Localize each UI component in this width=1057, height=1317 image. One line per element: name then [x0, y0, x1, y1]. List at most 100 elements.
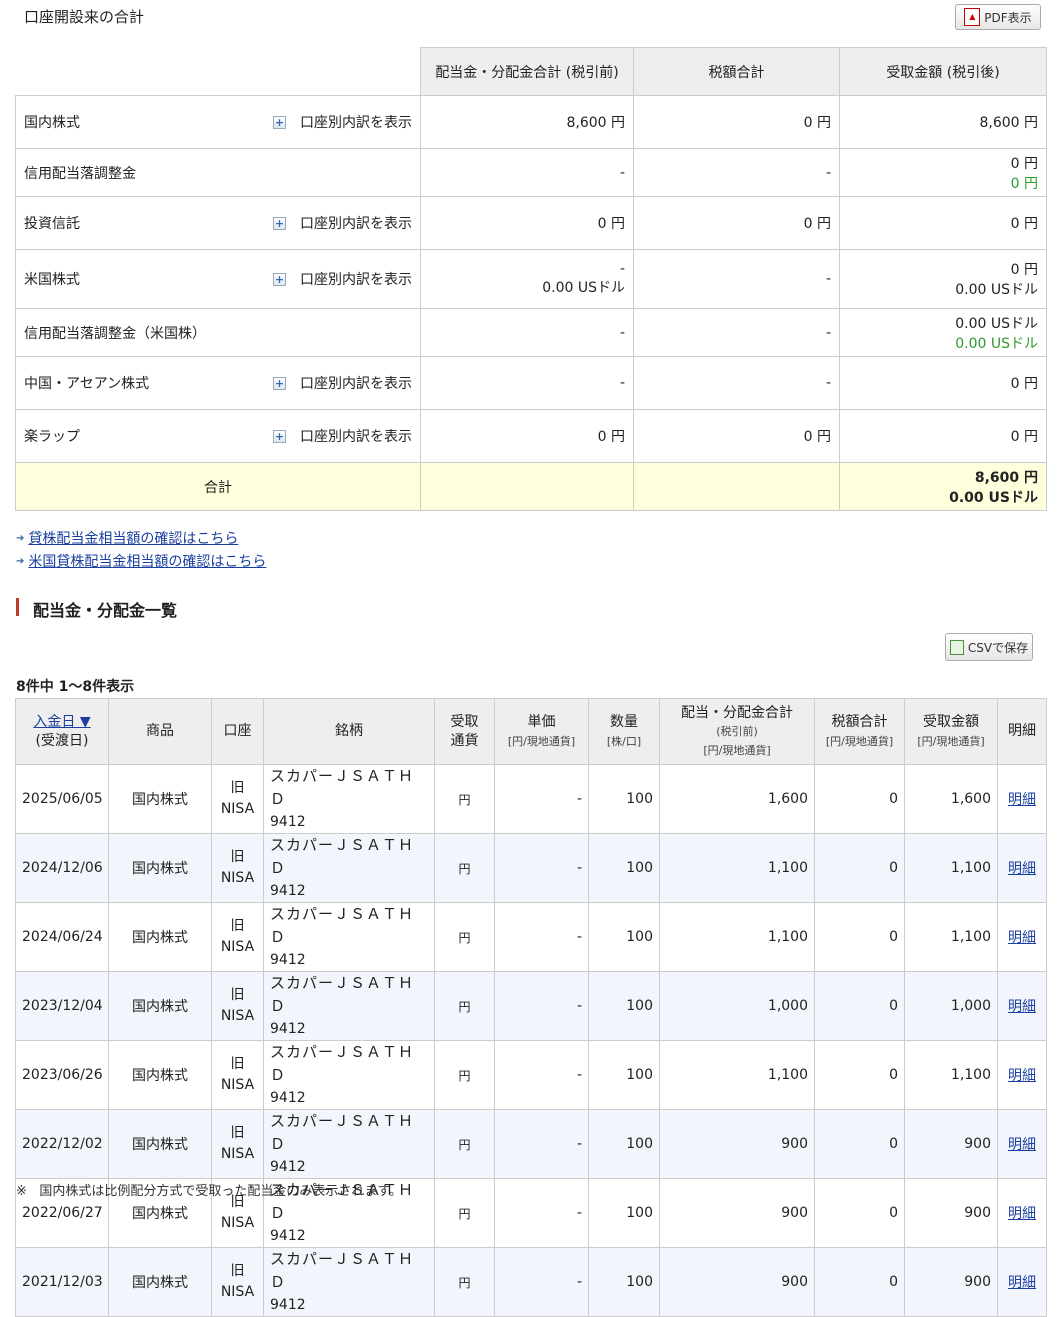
pdf-button[interactable]: ▲ PDF表示 — [955, 4, 1041, 30]
summary-value: 0 円 — [1010, 216, 1038, 232]
row-tax: 0 — [814, 764, 905, 834]
breakdown-toggle-label[interactable]: 口座別内訳を表示 — [300, 426, 412, 446]
summary-total-row: 合計 8,600 円 0.00 USドル — [15, 462, 1047, 511]
header-net-main: 受取金額 — [923, 714, 979, 731]
summary-row: 楽ラップ + 口座別内訳を表示 0 円 0 円 0 円 — [15, 409, 1047, 463]
lending-dividend-link[interactable]: 貸株配当金相当額の確認はこちら — [28, 528, 238, 548]
header-symbol: 銘柄 — [263, 698, 435, 765]
summary-row-label: 投資信託 — [24, 216, 80, 232]
csv-save-button[interactable]: CSVで保存 — [945, 633, 1033, 661]
row-net: 1,100 — [904, 1040, 998, 1110]
header-detail: 明細 — [997, 698, 1047, 765]
summary-row-label: 中国・アセアン株式 — [24, 376, 150, 392]
row-account: 旧 NISA — [211, 833, 264, 903]
row-unit: - — [494, 1178, 589, 1248]
row-account-line2: NISA — [220, 801, 255, 817]
lending-dividend-link-row: ➔ 貸株配当金相当額の確認はこちら — [16, 528, 238, 548]
row-detail-link[interactable]: 明細 — [1008, 792, 1036, 808]
section-title: 配当金・分配金一覧 — [33, 601, 178, 620]
summary-header-tax: 税額合計 — [633, 47, 840, 96]
row-detail-cell: 明細 — [997, 1247, 1047, 1317]
summary-value: 0 円 — [1010, 429, 1038, 445]
row-tax: 0 — [814, 1247, 905, 1317]
summary-value: 8,600 円 — [566, 115, 625, 131]
row-detail-link[interactable]: 明細 — [1008, 930, 1036, 946]
section-accent-bar — [16, 598, 19, 616]
row-qty: 100 — [588, 833, 660, 903]
row-symbol: スカパーＪＳＡＴＨＤ 9412 — [263, 1247, 435, 1317]
row-currency: 円 — [434, 1178, 495, 1248]
breakdown-toggle-label[interactable]: 口座別内訳を表示 — [300, 213, 412, 233]
row-unit: - — [494, 1040, 589, 1110]
row-account-line1: 旧 — [230, 1125, 245, 1141]
header-date[interactable]: 入金日 ▼ (受渡日) — [15, 698, 109, 765]
row-symbol-code: 9412 — [270, 952, 306, 968]
breakdown-toggle-label[interactable]: 口座別内訳を表示 — [300, 269, 412, 289]
header-account: 口座 — [211, 698, 264, 765]
summary-pretax-cell: - — [420, 308, 634, 357]
breakdown-toggle[interactable]: + 口座別内訳を表示 — [273, 426, 412, 446]
pdf-button-label: PDF表示 — [984, 10, 1032, 25]
summary-value: 8,600 円 — [979, 115, 1038, 131]
summary-row-label-cell: 信用配当落調整金 — [15, 148, 421, 197]
row-symbol-name: スカパーＪＳＡＴＨＤ — [270, 905, 415, 946]
row-product: 国内株式 — [108, 833, 212, 903]
row-detail-link[interactable]: 明細 — [1008, 1275, 1036, 1291]
summary-value: 0 円 — [803, 216, 831, 232]
row-currency: 円 — [434, 764, 495, 834]
plus-icon[interactable]: + — [273, 115, 286, 129]
note-mark: ※ — [16, 1184, 27, 1199]
plus-icon[interactable]: + — [273, 216, 286, 230]
row-currency: 円 — [434, 902, 495, 972]
summary-row-label-cell: 楽ラップ + 口座別内訳を表示 — [15, 409, 421, 463]
row-net: 900 — [904, 1109, 998, 1179]
plus-icon[interactable]: + — [273, 272, 286, 286]
row-unit: - — [494, 971, 589, 1041]
row-unit: - — [494, 764, 589, 834]
row-detail-link[interactable]: 明細 — [1008, 1137, 1036, 1153]
sort-date-link[interactable]: 入金日 ▼ — [33, 714, 90, 730]
header-unit-sub: [円/現地通貨] — [507, 734, 576, 748]
summary-tax-cell: 0 円 — [633, 409, 840, 463]
plus-icon[interactable]: + — [273, 429, 286, 443]
row-unit: - — [494, 1109, 589, 1179]
pdf-icon: ▲ — [964, 8, 981, 26]
summary-value: - — [825, 375, 831, 391]
row-unit: - — [494, 833, 589, 903]
breakdown-toggle[interactable]: + 口座別内訳を表示 — [273, 213, 412, 233]
breakdown-toggle-label[interactable]: 口座別内訳を表示 — [300, 373, 412, 393]
breakdown-toggle[interactable]: + 口座別内訳を表示 — [273, 112, 412, 132]
summary-value-adjusted: 0 円 — [1010, 175, 1038, 192]
breakdown-toggle-label[interactable]: 口座別内訳を表示 — [300, 112, 412, 132]
summary-pretax-cell: - — [420, 148, 634, 197]
summary-value: 0.00 USドル — [542, 280, 625, 296]
summary-row: 信用配当落調整金（米国株） - - 0.00 USドル 0.00 USドル — [15, 308, 1047, 357]
summary-value: - — [619, 324, 625, 341]
row-product: 国内株式 — [108, 764, 212, 834]
summary-row-label: 国内株式 — [24, 115, 80, 131]
row-pretax: 1,100 — [659, 902, 815, 972]
plus-icon[interactable]: + — [273, 376, 286, 390]
row-detail-link[interactable]: 明細 — [1008, 1068, 1036, 1084]
row-qty: 100 — [588, 764, 660, 834]
row-account-line2: NISA — [220, 1284, 255, 1300]
summary-row: 投資信託 + 口座別内訳を表示 0 円 0 円 0 円 — [15, 196, 1047, 250]
row-detail-cell: 明細 — [997, 1109, 1047, 1179]
spreadsheet-icon — [949, 639, 964, 655]
summary-value: 0 円 — [803, 115, 831, 131]
row-detail-link[interactable]: 明細 — [1008, 999, 1036, 1015]
row-symbol: スカパーＪＳＡＴＨＤ 9412 — [263, 1040, 435, 1110]
breakdown-toggle[interactable]: + 口座別内訳を表示 — [273, 269, 412, 289]
summary-row: 国内株式 + 口座別内訳を表示 8,600 円 0 円 8,600 円 — [15, 95, 1047, 149]
row-net: 900 — [904, 1178, 998, 1248]
row-product: 国内株式 — [108, 1109, 212, 1179]
breakdown-toggle[interactable]: + 口座別内訳を表示 — [273, 373, 412, 393]
row-pretax: 900 — [659, 1109, 815, 1179]
row-account-line1: 旧 — [230, 1263, 245, 1279]
us-lending-dividend-link[interactable]: 米国貸株配当金相当額の確認はこちら — [28, 551, 266, 571]
row-detail-link[interactable]: 明細 — [1008, 1206, 1036, 1222]
us-lending-dividend-link-row: ➔ 米国貸株配当金相当額の確認はこちら — [16, 551, 266, 571]
row-account-line1: 旧 — [230, 918, 245, 934]
row-symbol-code: 9412 — [270, 1159, 306, 1175]
row-detail-link[interactable]: 明細 — [1008, 861, 1036, 877]
